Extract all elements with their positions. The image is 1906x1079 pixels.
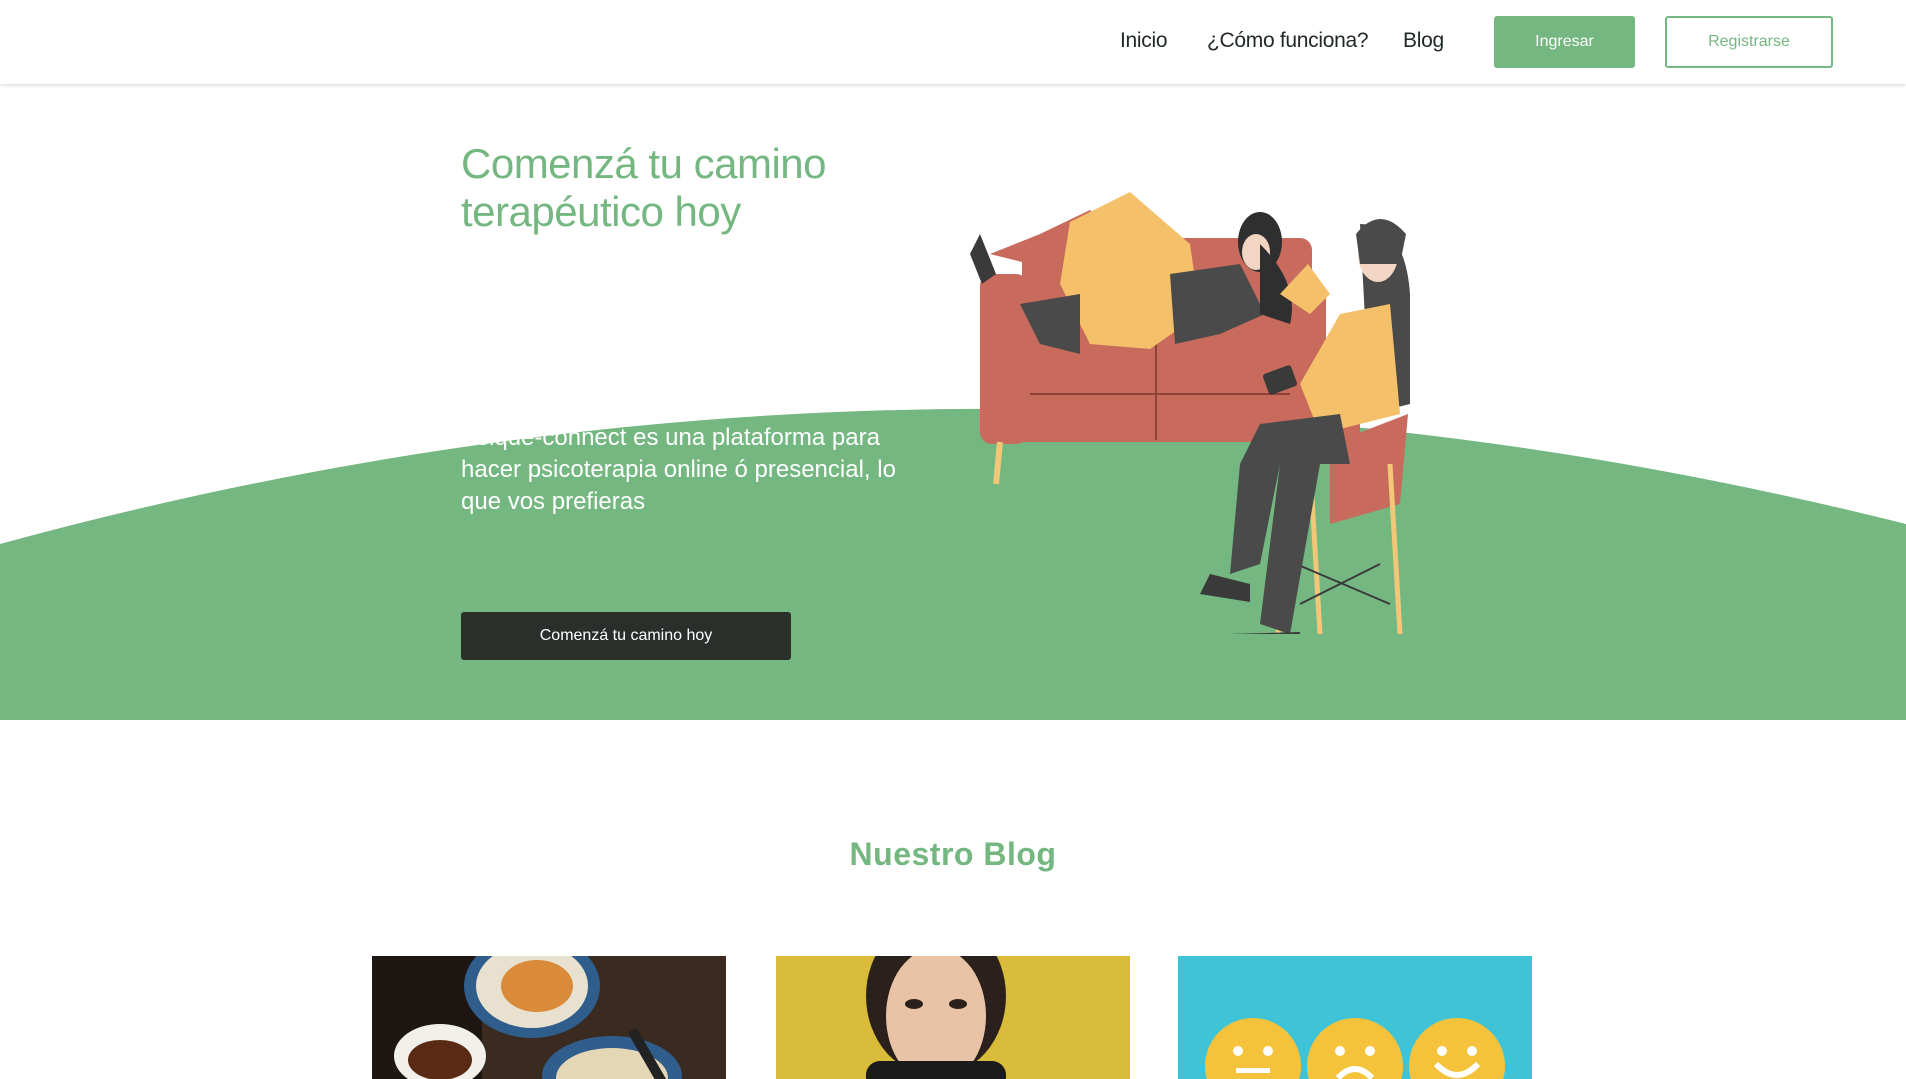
login-button[interactable]: Ingresar (1494, 16, 1635, 68)
hero-green-wave (0, 408, 1906, 720)
hero-description: Psique-connect es una plataforma para ha… (461, 424, 896, 515)
breakfast-photo-icon (372, 956, 726, 1079)
blog-card-breakfast[interactable] (372, 956, 726, 1079)
therapy-session-illustration (970, 192, 1410, 634)
smiley-faces-photo-icon (1178, 956, 1532, 1079)
hero-cta-button[interactable]: Comenzá tu camino hoy (461, 612, 791, 660)
site-header: Inicio ¿Cómo funciona? Blog Ingresar Reg… (0, 0, 1906, 84)
blog-card-woman[interactable] (776, 956, 1130, 1079)
nav-blog[interactable]: Blog (1403, 29, 1444, 53)
blog-card-smileys[interactable] (1178, 956, 1532, 1079)
blog-section-title: Nuestro Blog (849, 836, 1057, 872)
woman-portrait-photo-icon (776, 956, 1130, 1079)
hero-section: Comenzá tu camino terapéutico hoy Psique… (0, 84, 1906, 720)
hero-title: Comenzá tu camino terapéutico hoy (461, 140, 827, 235)
nav-inicio[interactable]: Inicio (1120, 29, 1168, 53)
nav-como-funciona[interactable]: ¿Cómo funciona? (1207, 29, 1369, 53)
register-button[interactable]: Registrarse (1665, 16, 1833, 68)
